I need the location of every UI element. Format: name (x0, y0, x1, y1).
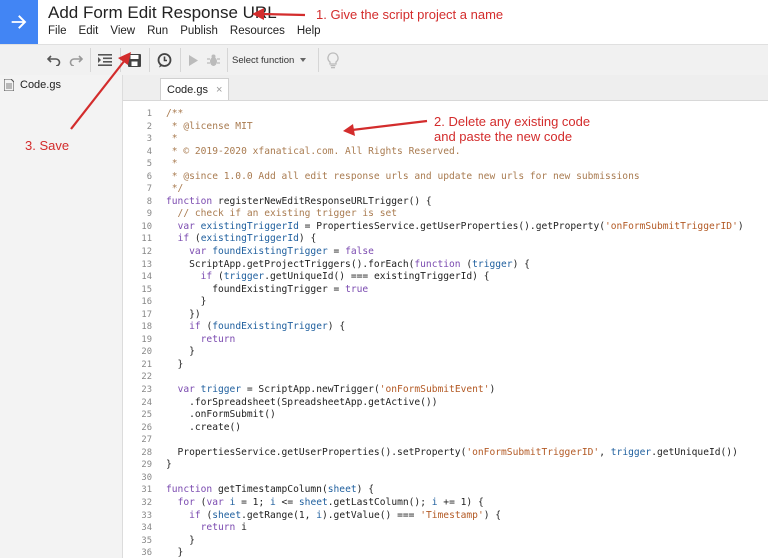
annotation-2-line-2: and paste the new code (434, 129, 573, 144)
annotation-3: 3. Save (25, 138, 70, 153)
annotation-2-line-1: 2. Delete any existing code (434, 114, 591, 129)
annotation-arrows (70, 8, 428, 136)
annotation-1: 1. Give the script project a name (316, 7, 504, 22)
